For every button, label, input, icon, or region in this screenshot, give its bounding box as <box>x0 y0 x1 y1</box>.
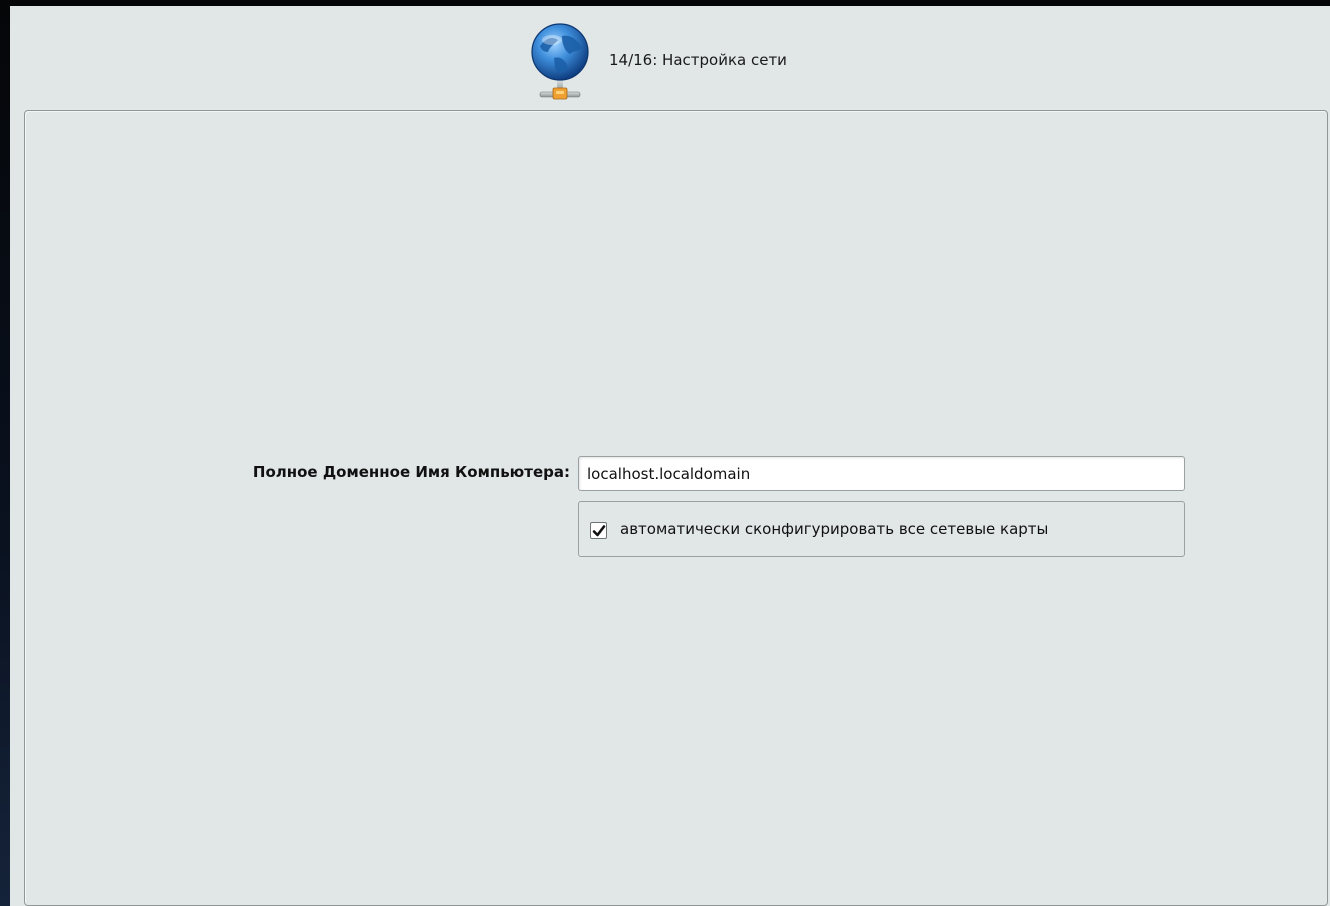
checkmark-icon <box>592 525 606 537</box>
content-panel: Полное Доменное Имя Компьютера: автомати… <box>24 110 1328 906</box>
network-globe-icon <box>528 22 592 106</box>
hostname-input[interactable] <box>578 456 1185 491</box>
auto-config-group: автоматически сконфигурировать все сетев… <box>578 501 1185 557</box>
auto-config-checkbox[interactable] <box>590 522 607 539</box>
installer-window: 14/16: Настройка сети Полное Доменное Им… <box>10 6 1330 906</box>
hostname-label: Полное Доменное Имя Компьютера: <box>252 463 570 481</box>
step-title: 14/16: Настройка сети <box>609 51 787 69</box>
screen: 14/16: Настройка сети Полное Доменное Им… <box>0 0 1330 906</box>
step-header: 14/16: Настройка сети <box>10 6 1330 110</box>
auto-config-label[interactable]: автоматически сконфигурировать все сетев… <box>620 520 1048 538</box>
